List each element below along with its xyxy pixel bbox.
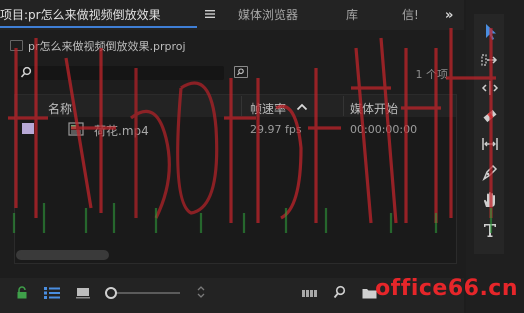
razor-tool-icon[interactable] <box>480 106 500 126</box>
track-select-tool-icon[interactable] <box>480 50 500 70</box>
icon-view-icon[interactable] <box>76 287 90 299</box>
automate-to-sequence-icon[interactable] <box>302 287 318 299</box>
panel-menu-icon[interactable] <box>205 9 215 19</box>
hand-tool-icon[interactable] <box>480 190 500 210</box>
tab-project[interactable]: 项目:pr怎么来做视频倒放效果 <box>0 6 161 24</box>
slip-tool-icon[interactable] <box>480 134 500 154</box>
column-header-frame-rate[interactable]: 帧速率 <box>250 100 286 117</box>
search-icon <box>20 66 32 78</box>
clip-name[interactable]: 荷花.mp4 <box>94 122 149 139</box>
tab-info[interactable]: 信! <box>402 6 419 24</box>
watermark-logo: office66.cn <box>375 276 518 301</box>
column-header-name[interactable]: 名称 <box>48 100 72 117</box>
zoom-slider-handle[interactable] <box>105 287 117 299</box>
selection-tool-icon[interactable] <box>480 22 500 42</box>
column-divider[interactable] <box>343 96 344 116</box>
label-color-swatch[interactable] <box>22 123 34 134</box>
project-file-icon <box>10 40 23 51</box>
sort-icons-icon[interactable] <box>196 285 206 299</box>
more-tabs-button[interactable]: » <box>445 7 453 25</box>
list-view-icon[interactable] <box>44 287 60 299</box>
project-path: pr怎么来做视频倒放效果.prproj <box>28 40 186 53</box>
active-tab-indicator <box>0 26 197 28</box>
items-count: 1 个项 <box>415 68 449 81</box>
clip-frame-rate: 29.97 fps <box>250 123 302 136</box>
search-input[interactable] <box>18 66 224 80</box>
zoom-slider-track[interactable] <box>110 292 180 294</box>
column-divider[interactable] <box>241 96 242 116</box>
ripple-edit-tool-icon[interactable] <box>480 78 500 98</box>
tab-libraries[interactable]: 库 <box>346 6 358 24</box>
find-icon[interactable] <box>333 285 346 299</box>
column-header-media-start[interactable]: 媒体开始 <box>350 100 398 117</box>
video-clip-icon <box>68 122 84 136</box>
sort-ascending-icon[interactable] <box>296 102 308 111</box>
lock-icon[interactable] <box>16 286 28 299</box>
new-search-bin-icon[interactable] <box>234 66 248 78</box>
type-tool-icon[interactable] <box>480 220 500 240</box>
pen-tool-icon[interactable] <box>480 162 500 182</box>
clip-media-start: 00:00:00:00 <box>350 123 418 136</box>
horizontal-scrollbar[interactable] <box>16 250 109 260</box>
tab-media-browser[interactable]: 媒体浏览器 <box>238 6 298 24</box>
